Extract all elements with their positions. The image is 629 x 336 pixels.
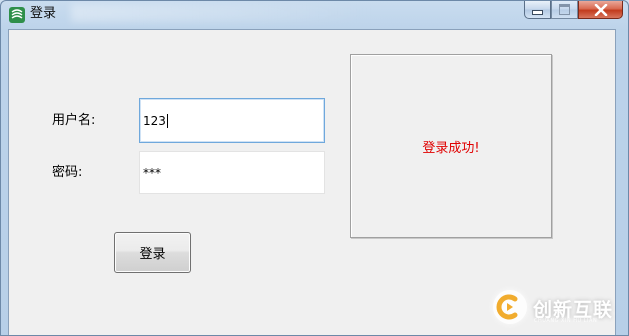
password-value: *** (143, 165, 161, 180)
result-panel: 登录成功! (350, 54, 552, 238)
minimize-icon (525, 1, 550, 18)
password-input[interactable]: *** (139, 151, 325, 194)
text-caret (166, 113, 168, 128)
username-label: 用户名: (52, 113, 96, 128)
app-icon (8, 6, 26, 24)
login-window: 登录 用户名: 123 密码: *** 登录 登录成功! 创新互联 CHUANG… (0, 0, 629, 336)
watermark-subtext: CHUANG XIN HU LIAN (534, 318, 598, 324)
close-button[interactable] (578, 1, 623, 19)
caption-buttons (524, 1, 623, 20)
watermark: 创新互联 CHUANG XIN HU LIAN (493, 290, 628, 330)
password-label: 密码: (52, 165, 83, 180)
login-result-message: 登录成功! (422, 140, 480, 156)
close-icon (579, 1, 622, 18)
login-button[interactable]: 登录 (114, 232, 191, 273)
maximize-icon (552, 1, 577, 18)
username-value: 123 (143, 113, 166, 128)
chuangxin-logo-icon (493, 290, 527, 324)
window-title: 登录 (30, 6, 57, 21)
login-button-label: 登录 (139, 247, 166, 262)
username-input[interactable]: 123 (139, 98, 325, 143)
maximize-button[interactable] (551, 1, 578, 19)
title-bar-glass (71, 4, 371, 22)
title-bar[interactable]: 登录 (1, 1, 628, 29)
minimize-button[interactable] (524, 1, 551, 19)
